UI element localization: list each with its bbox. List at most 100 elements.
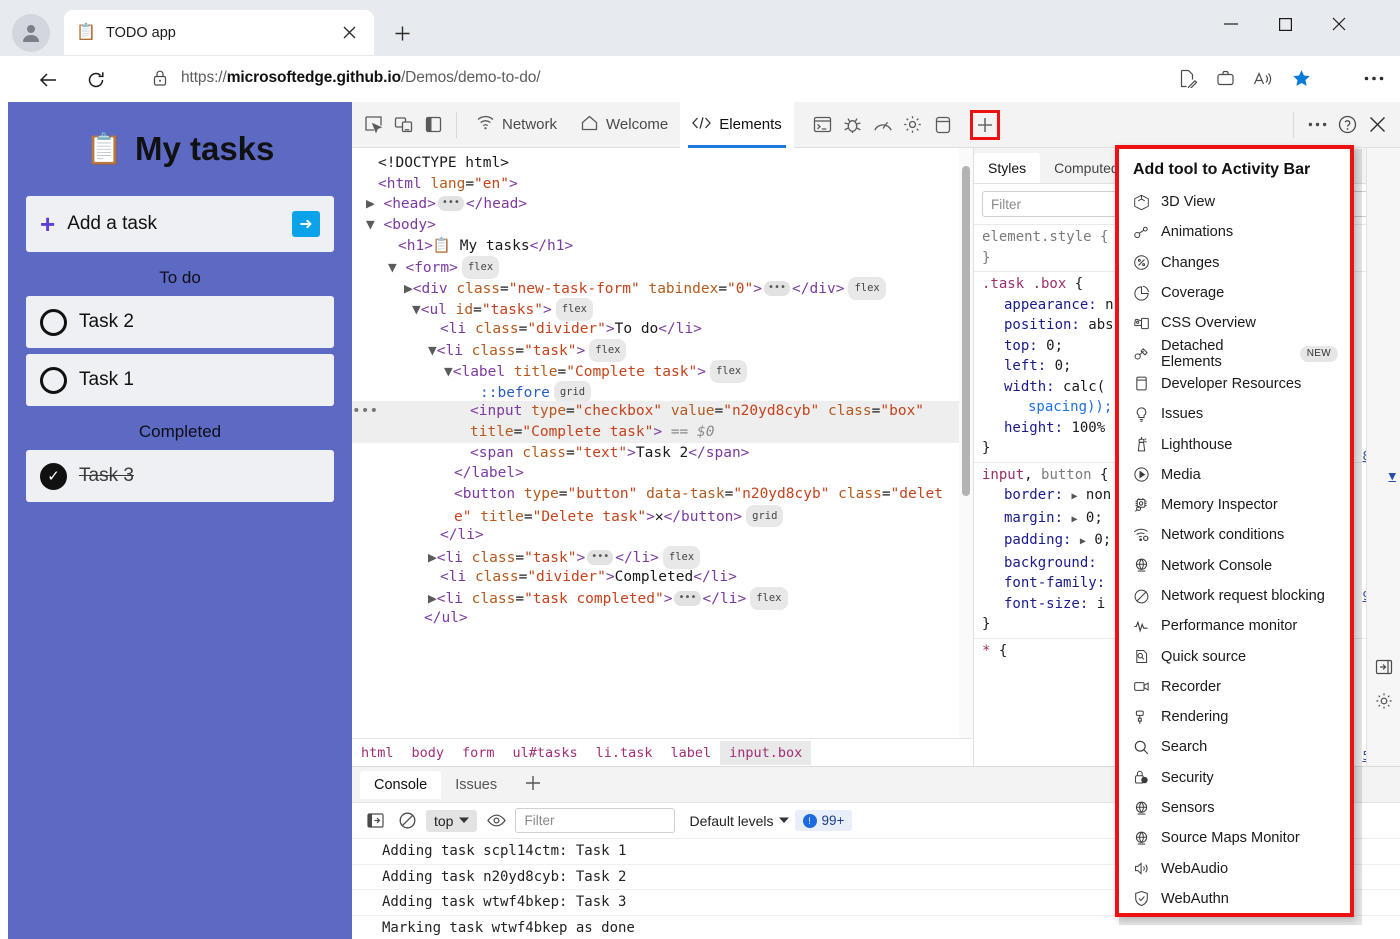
window-maximize-button[interactable] <box>1262 8 1308 40</box>
popup-item-memory-inspector[interactable]: Memory Inspector <box>1119 490 1350 520</box>
row-more-icon[interactable]: ••• <box>352 401 378 422</box>
window-minimize-button[interactable] <box>1208 8 1254 40</box>
breadcrumb-item-active[interactable]: input.box <box>720 741 811 765</box>
popup-item-network-conditions[interactable]: Network conditions <box>1119 520 1350 550</box>
tab-elements[interactable]: Elements <box>680 102 794 148</box>
back-icon[interactable] <box>32 64 64 96</box>
more-tools-icon[interactable] <box>1302 110 1332 140</box>
breadcrumb-item[interactable]: form <box>453 741 504 765</box>
read-aloud-icon[interactable] <box>1244 63 1282 93</box>
issues-count-badge[interactable]: ! 99+ <box>795 810 853 831</box>
popup-item-webauthn[interactable]: WebAuthn <box>1119 884 1350 914</box>
console-levels-select[interactable]: Default levels <box>689 813 788 829</box>
clear-console-icon[interactable] <box>394 808 420 834</box>
task-checkbox-checked[interactable]: ✓ <box>40 463 67 490</box>
dom-line-selected-cont[interactable]: title="Complete task"> == $0 <box>352 422 972 443</box>
dom-line[interactable]: </label> <box>352 463 972 484</box>
reload-icon[interactable] <box>80 64 112 96</box>
dom-line[interactable]: ▼ <body> <box>352 215 972 236</box>
console-eye-icon[interactable] <box>483 808 509 834</box>
popup-item-network-console[interactable]: Network Console <box>1119 551 1350 581</box>
dom-line[interactable]: ▼ <form>flex <box>352 256 972 277</box>
task-row[interactable]: Task 2 <box>26 296 334 348</box>
dom-line[interactable]: </ul> <box>352 608 972 629</box>
popup-item-lighthouse[interactable]: Lighthouse <box>1119 429 1350 459</box>
popup-item-3d-view[interactable]: 3D View <box>1119 187 1350 217</box>
dom-line[interactable]: <html lang="en"> <box>352 174 972 195</box>
add-tool-button[interactable] <box>970 110 1000 140</box>
settings-gear-icon[interactable] <box>1367 684 1400 718</box>
dom-line[interactable]: <button type="button" data-task="n20yd8c… <box>352 484 972 505</box>
popup-item-detached-elements[interactable]: Detached ElementsNEW <box>1119 338 1350 368</box>
help-icon[interactable] <box>1332 110 1362 140</box>
tab-console[interactable]: Console <box>360 771 441 799</box>
window-close-button[interactable] <box>1316 8 1362 40</box>
dom-line[interactable]: ▼<label title="Complete task">flex <box>352 360 972 381</box>
new-tab-button[interactable] <box>386 18 418 48</box>
css-line-number[interactable]: ▼ <box>1388 468 1396 483</box>
dom-line[interactable]: ▶<div class="new-task-form" tabindex="0"… <box>352 277 972 298</box>
dom-line[interactable]: <span class="text">Task 2</span> <box>352 443 972 464</box>
scrollbar-thumb[interactable] <box>962 166 970 496</box>
popup-item-issues[interactable]: Issues <box>1119 399 1350 429</box>
popup-item-coverage[interactable]: Coverage <box>1119 278 1350 308</box>
task-row[interactable]: Task 1 <box>26 354 334 406</box>
popup-item-media[interactable]: Media <box>1119 460 1350 490</box>
add-task-field[interactable]: + Add a task ➜ <box>26 196 334 252</box>
close-devtools-icon[interactable] <box>1362 110 1392 140</box>
popup-item-changes[interactable]: Changes <box>1119 248 1350 278</box>
popup-item-source-maps-monitor[interactable]: Source Maps Monitor <box>1119 823 1350 853</box>
popup-item-performance-monitor[interactable]: Performance monitor <box>1119 611 1350 641</box>
dom-line[interactable]: ▼<li class="task">flex <box>352 339 972 360</box>
popup-item-quick-source[interactable]: Quick source <box>1119 641 1350 671</box>
page-edit-icon[interactable] <box>1168 63 1206 93</box>
breadcrumb[interactable]: html body form ul#tasks li.task label in… <box>352 738 972 766</box>
dock-drawer-icon[interactable] <box>1367 650 1400 684</box>
popup-item-recorder[interactable]: Recorder <box>1119 672 1350 702</box>
application-icon[interactable] <box>928 110 958 140</box>
breadcrumb-item[interactable]: html <box>352 741 403 765</box>
address-bar[interactable]: https://microsoftedge.github.io/Demos/de… <box>135 60 1330 96</box>
breadcrumb-item[interactable]: body <box>403 741 454 765</box>
popup-item-network-request-blocking[interactable]: Network request blocking <box>1119 581 1350 611</box>
profile-avatar[interactable] <box>12 14 50 52</box>
dom-line[interactable]: <li class="divider">Completed</li> <box>352 567 972 588</box>
add-drawer-tab-button[interactable] <box>511 769 555 801</box>
console-context-select[interactable]: top <box>426 810 477 832</box>
dock-side-icon[interactable] <box>418 110 448 140</box>
breadcrumb-item[interactable]: label <box>661 741 720 765</box>
dom-line-selected[interactable]: •••<input type="checkbox" value="n20yd8c… <box>352 401 972 422</box>
dom-line[interactable]: ▼<ul id="tasks">flex <box>352 298 972 319</box>
dom-line[interactable]: <!DOCTYPE html> <box>352 153 972 174</box>
submit-task-button[interactable]: ➜ <box>292 211 320 237</box>
popup-item-security[interactable]: Security <box>1119 763 1350 793</box>
console-icon[interactable] <box>808 110 838 140</box>
popup-item-sensors[interactable]: Sensors <box>1119 793 1350 823</box>
popup-item-webaudio[interactable]: WebAudio <box>1119 854 1350 884</box>
task-checkbox[interactable] <box>40 367 67 394</box>
dom-line[interactable]: ▶ <head>•••</head> <box>352 194 972 215</box>
popup-item-developer-resources[interactable]: Developer Resources <box>1119 369 1350 399</box>
close-icon[interactable] <box>336 20 362 46</box>
device-emulation-icon[interactable] <box>388 110 418 140</box>
dom-line[interactable]: </li> <box>352 525 972 546</box>
browser-tab[interactable]: 📋 TODO app <box>64 10 374 55</box>
console-sidebar-icon[interactable] <box>362 808 388 834</box>
dom-line[interactable]: <h1>📋 My tasks</h1> <box>352 236 972 257</box>
issues-bug-icon[interactable] <box>838 110 868 140</box>
breadcrumb-item[interactable]: li.task <box>587 741 662 765</box>
tab-styles[interactable]: Styles <box>974 153 1040 183</box>
settings-gear-icon[interactable] <box>898 110 928 140</box>
tab-welcome[interactable]: Welcome <box>569 102 680 148</box>
styles-scrollbar[interactable] <box>959 148 973 738</box>
dom-tree[interactable]: <!DOCTYPE html> <html lang="en"> ▶ <head… <box>352 148 972 738</box>
tab-issues[interactable]: Issues <box>441 771 511 799</box>
task-row[interactable]: ✓ Task 3 <box>26 450 334 502</box>
dom-line[interactable]: ▶<li class="task completed">•••</li>flex <box>352 587 972 608</box>
popup-item-search[interactable]: Search <box>1119 732 1350 762</box>
dom-line[interactable]: e" title="Delete task">✕</button>grid <box>352 505 972 526</box>
dom-line[interactable]: ::beforegrid <box>352 381 972 402</box>
collections-icon[interactable] <box>1206 63 1244 93</box>
dom-line[interactable]: <li class="divider">To do</li> <box>352 319 972 340</box>
performance-icon[interactable] <box>868 110 898 140</box>
